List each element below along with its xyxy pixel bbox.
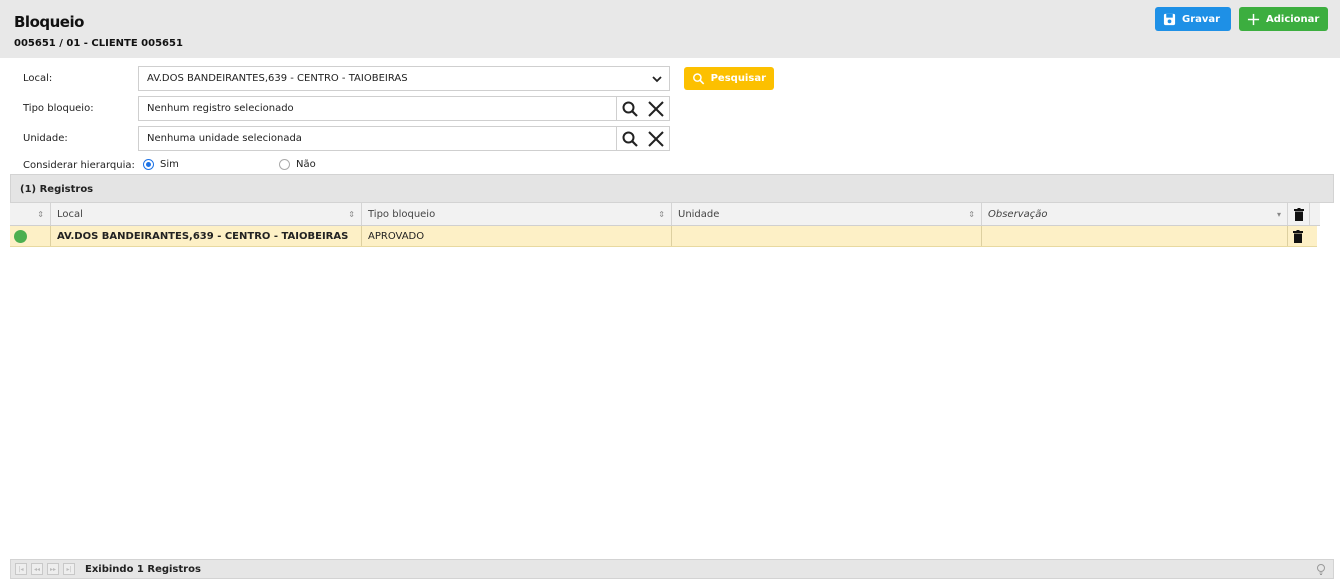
delete-all-button[interactable] (1288, 203, 1310, 225)
radio-nao-label: Não (296, 159, 316, 170)
table-row[interactable]: AV.DOS BANDEIRANTES,639 - CENTRO - TAIOB… (10, 226, 1317, 247)
plus-icon (1247, 13, 1260, 25)
search-button[interactable]: Pesquisar (684, 67, 774, 90)
tipo-bloqueio-label: Tipo bloqueio: (23, 103, 94, 114)
page-subtitle: 005651 / 01 - CLIENTE 005651 (14, 38, 183, 49)
cell-unidade (672, 226, 982, 246)
page-title: Bloqueio (14, 13, 84, 31)
column-header-label: Observação (988, 208, 1048, 220)
column-header-local[interactable]: Local ⇕ (51, 203, 362, 225)
column-header-observacao[interactable]: Observação ▾ (982, 203, 1288, 225)
column-header-label: Local (57, 208, 83, 220)
hierarquia-label: Considerar hierarquia: (23, 160, 135, 171)
radio-sim-dot[interactable] (143, 159, 154, 170)
sort-icon[interactable]: ⇕ (343, 210, 355, 219)
status-indicator (14, 229, 27, 243)
radio-nao-dot[interactable] (279, 159, 290, 170)
sort-icon[interactable]: ⇕ (32, 210, 44, 219)
cell-tipo-bloqueio: APROVADO (362, 226, 672, 246)
grid-footer: |◂ ◂◂ ▸▸ ▸| Exibindo 1 Registros (10, 559, 1334, 579)
trash-icon (1292, 229, 1303, 243)
grid-header: ⇕ Local ⇕ Tipo bloqueio ⇕ Unidade ⇕ Obse… (10, 203, 1320, 226)
sort-icon[interactable]: ⇕ (653, 210, 665, 219)
last-page-icon[interactable]: ▸| (63, 563, 75, 575)
add-label: Adicionar (1266, 13, 1320, 25)
clear-icon[interactable] (643, 127, 669, 150)
search-label: Pesquisar (710, 73, 766, 84)
radio-sim[interactable]: Sim (143, 159, 179, 170)
save-button[interactable]: Gravar (1155, 7, 1231, 31)
column-header-label: Unidade (678, 208, 720, 220)
cell-local: AV.DOS BANDEIRANTES,639 - CENTRO - TAIOB… (51, 226, 362, 246)
tipo-bloqueio-field[interactable]: Nenhum registro selecionado (138, 96, 670, 121)
first-page-icon[interactable]: |◂ (15, 563, 27, 575)
radio-nao[interactable]: Não (279, 159, 316, 170)
save-label: Gravar (1182, 13, 1221, 25)
page-header: Bloqueio 005651 / 01 - CLIENTE 005651 Gr… (0, 0, 1340, 58)
unidade-label: Unidade: (23, 133, 68, 144)
column-header-tipo-bloqueio[interactable]: Tipo bloqueio ⇕ (362, 203, 672, 225)
radio-sim-label: Sim (160, 159, 179, 170)
chevron-down-icon (652, 76, 662, 83)
local-select[interactable]: AV.DOS BANDEIRANTES,639 - CENTRO - TAIOB… (138, 66, 670, 91)
delete-row-button[interactable] (1288, 226, 1307, 246)
status-column-header[interactable]: ⇕ (10, 203, 51, 225)
status-cell (10, 226, 51, 246)
lookup-search-icon[interactable] (617, 97, 643, 120)
sort-icon[interactable]: ⇕ (963, 210, 975, 219)
local-label: Local: (23, 73, 53, 84)
tipo-bloqueio-value: Nenhum registro selecionado (147, 103, 294, 114)
floppy-disk-icon (1163, 13, 1176, 25)
lightbulb-icon[interactable] (1315, 563, 1327, 575)
sort-desc-icon[interactable]: ▾ (1269, 210, 1281, 219)
trash-icon (1293, 207, 1304, 221)
add-button[interactable]: Adicionar (1239, 7, 1328, 31)
record-count: Exibindo 1 Registros (85, 563, 201, 575)
unidade-actions (616, 127, 669, 150)
search-icon (693, 73, 705, 85)
cell-observacao (982, 226, 1288, 246)
unidade-value: Nenhuma unidade selecionada (147, 133, 302, 144)
tipo-bloqueio-actions (616, 97, 669, 120)
clear-icon[interactable] (643, 97, 669, 120)
next-page-icon[interactable]: ▸▸ (47, 563, 59, 575)
unidade-field[interactable]: Nenhuma unidade selecionada (138, 126, 670, 151)
column-header-label: Tipo bloqueio (368, 208, 436, 220)
registros-panel-title: (1) Registros (10, 174, 1334, 203)
column-header-unidade[interactable]: Unidade ⇕ (672, 203, 982, 225)
lookup-search-icon[interactable] (617, 127, 643, 150)
local-select-value: AV.DOS BANDEIRANTES,639 - CENTRO - TAIOB… (147, 73, 408, 84)
prev-page-icon[interactable]: ◂◂ (31, 563, 43, 575)
